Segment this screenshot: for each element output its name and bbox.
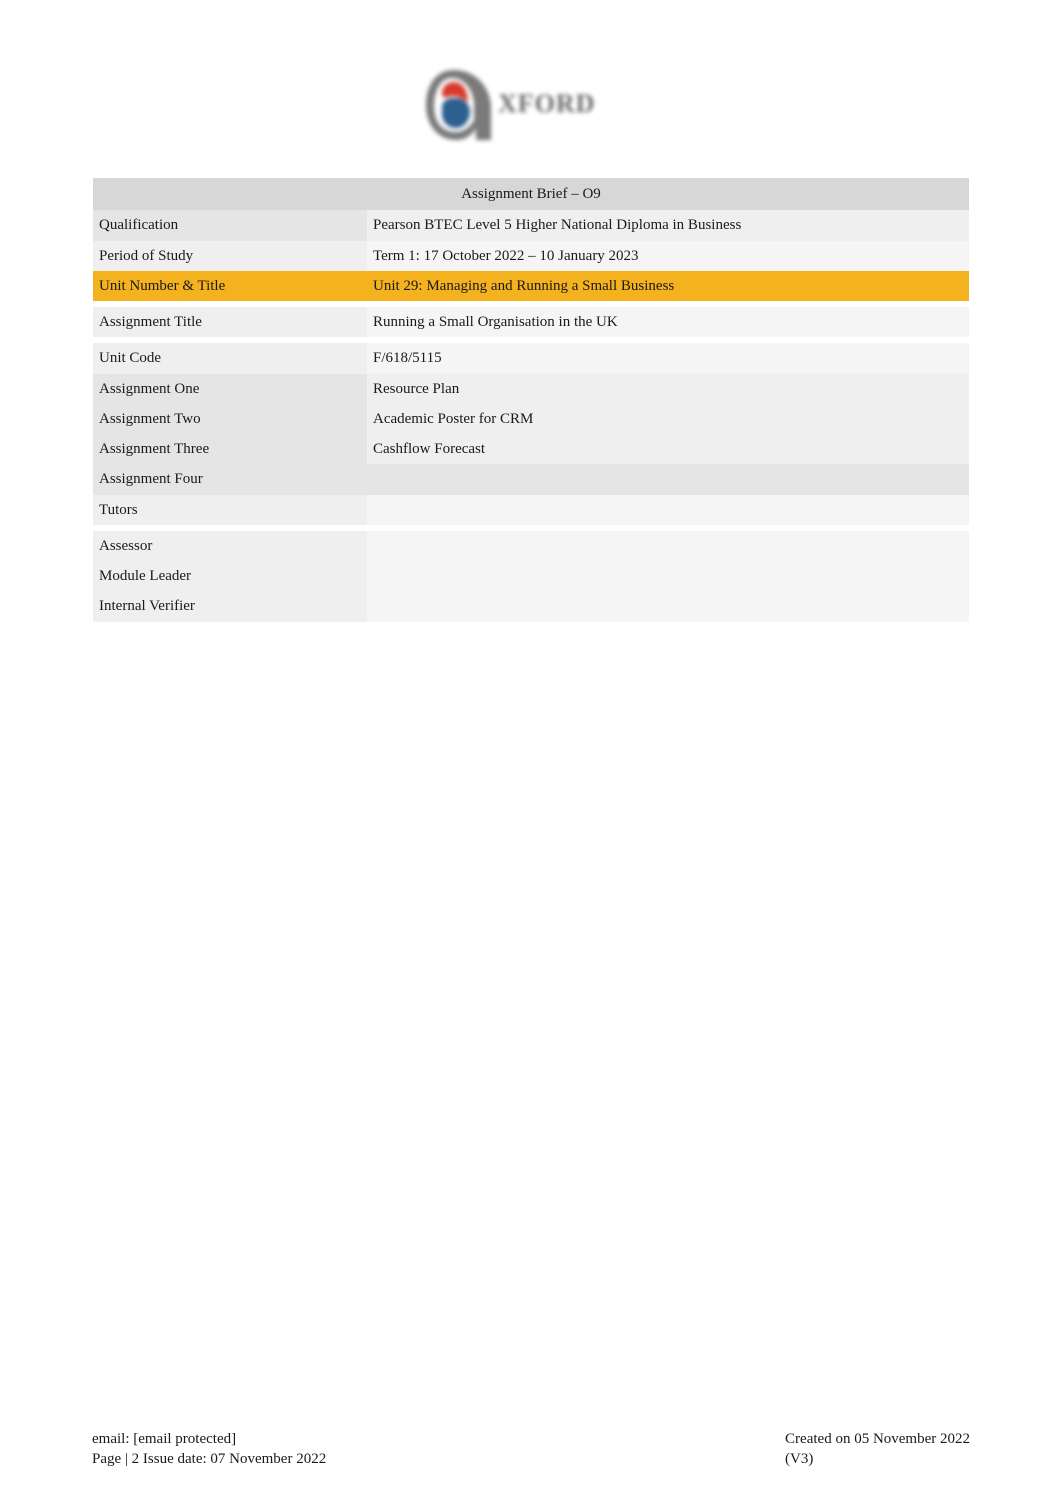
row-assignment-one: Assignment One Resource Plan — [93, 374, 969, 404]
value-assignment-four — [367, 464, 969, 494]
page-footer: email: [email protected] Page | 2 Issue … — [92, 1429, 970, 1470]
row-assessor: Assessor — [93, 531, 969, 561]
row-module-leader: Module Leader — [93, 561, 969, 591]
label-assignment-two: Assignment Two — [93, 404, 367, 434]
label-tutors: Tutors — [93, 495, 367, 525]
value-assignment-three: Cashflow Forecast — [367, 434, 969, 464]
value-internal-verifier — [367, 591, 969, 621]
label-unit-number-title: Unit Number & Title — [93, 271, 367, 301]
row-assignment-three: Assignment Three Cashflow Forecast — [93, 434, 969, 464]
label-assignment-four: Assignment Four — [93, 464, 367, 494]
value-module-leader — [367, 561, 969, 591]
label-assignment-title: Assignment Title — [93, 307, 367, 337]
label-period-of-study: Period of Study — [93, 241, 367, 271]
row-assignment-two: Assignment Two Academic Poster for CRM — [93, 404, 969, 434]
label-assignment-three: Assignment Three — [93, 434, 367, 464]
row-qualification: Qualification Pearson BTEC Level 5 Highe… — [93, 210, 969, 240]
row-unit-number-title: Unit Number & Title Unit 29: Managing an… — [93, 271, 969, 301]
value-period-of-study: Term 1: 17 October 2022 – 10 January 202… — [367, 241, 969, 271]
label-internal-verifier: Internal Verifier — [93, 591, 367, 621]
footer-created: Created on 05 November 2022 — [785, 1429, 970, 1449]
row-unit-code: Unit Code F/618/5115 — [93, 343, 969, 373]
value-assignment-one: Resource Plan — [367, 374, 969, 404]
value-unit-code: F/618/5115 — [367, 343, 969, 373]
row-assignment-title: Assignment Title Running a Small Organis… — [93, 307, 969, 337]
label-assignment-one: Assignment One — [93, 374, 367, 404]
row-assignment-four: Assignment Four — [93, 464, 969, 494]
oxford-logo: XFORD — [416, 60, 646, 150]
label-module-leader: Module Leader — [93, 561, 367, 591]
svg-text:XFORD: XFORD — [498, 89, 595, 118]
brief-header-row: Assignment Brief – O9 — [93, 178, 969, 210]
row-tutors: Tutors — [93, 495, 969, 525]
footer-version: (V3) — [785, 1449, 970, 1469]
footer-left: email: [email protected] Page | 2 Issue … — [92, 1429, 326, 1470]
label-assessor: Assessor — [93, 531, 367, 561]
footer-right: Created on 05 November 2022 (V3) — [785, 1429, 970, 1470]
footer-email: email: [email protected] — [92, 1429, 326, 1449]
row-period-of-study: Period of Study Term 1: 17 October 2022 … — [93, 241, 969, 271]
brief-header: Assignment Brief – O9 — [93, 178, 969, 210]
value-tutors — [367, 495, 969, 525]
value-assessor — [367, 531, 969, 561]
row-internal-verifier: Internal Verifier — [93, 591, 969, 621]
footer-page-line: Page | 2 Issue date: 07 November 2022 — [92, 1449, 326, 1469]
label-qualification: Qualification — [93, 210, 367, 240]
value-unit-number-title: Unit 29: Managing and Running a Small Bu… — [367, 271, 969, 301]
value-assignment-two: Academic Poster for CRM — [367, 404, 969, 434]
value-qualification: Pearson BTEC Level 5 Higher National Dip… — [367, 210, 969, 240]
logo-container: XFORD — [0, 0, 1062, 178]
assignment-brief-table: Assignment Brief – O9 Qualification Pear… — [93, 178, 969, 622]
label-unit-code: Unit Code — [93, 343, 367, 373]
value-assignment-title: Running a Small Organisation in the UK — [367, 307, 969, 337]
